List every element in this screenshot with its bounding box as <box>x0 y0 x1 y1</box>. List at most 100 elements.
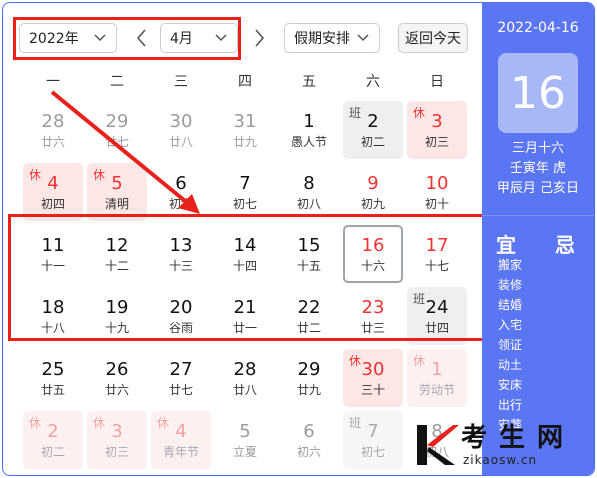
watermark-en: zikaosw.cn <box>463 453 538 467</box>
day-lunar: 青年节 <box>162 444 199 459</box>
day-lunar: 廿六 <box>40 134 65 149</box>
back-to-today-button[interactable]: 返回今天 <box>398 23 468 53</box>
day-cell[interactable]: 31 廿九 <box>215 101 275 159</box>
day-number: 31 <box>233 110 257 132</box>
yi-item: 出行 <box>498 398 523 412</box>
day-lunar: 初六 <box>168 196 193 211</box>
day-tag: 休 <box>349 354 362 368</box>
day-cell[interactable]: 休 1 劳动节 <box>407 349 467 407</box>
day-number: 29 <box>105 110 129 132</box>
day-cell[interactable]: 休 4 青年节 <box>151 411 211 469</box>
day-lunar: 三十 <box>360 382 385 397</box>
day-cell[interactable]: 7 初七 <box>215 163 275 221</box>
panel-divider <box>482 215 594 216</box>
day-number: 5 <box>111 172 123 194</box>
day-number: 30 <box>361 358 385 380</box>
day-cell[interactable]: 26 廿六 <box>87 349 147 407</box>
weekday-label: 二 <box>110 74 124 90</box>
day-lunar: 廿五 <box>40 382 65 397</box>
day-number: 30 <box>169 110 193 132</box>
day-lunar: 廿八 <box>232 382 257 397</box>
day-lunar: 劳动节 <box>418 382 455 397</box>
day-cell[interactable]: 休 3 初三 <box>87 411 147 469</box>
day-cell[interactable]: 班 2 初二 <box>343 101 403 159</box>
day-lunar: 初三 <box>104 444 129 459</box>
yi-item: 装修 <box>498 278 523 292</box>
day-lunar: 初九 <box>360 196 385 211</box>
day-cell[interactable]: 8 初八 <box>279 163 339 221</box>
day-cell[interactable]: 27 廿七 <box>151 349 211 407</box>
day-cell[interactable]: 29 廿七 <box>87 101 147 159</box>
day-tag: 班 <box>349 416 362 430</box>
watermark: 考生网 zikaosw.cn <box>411 415 594 475</box>
yi-item: 动土 <box>498 358 523 372</box>
weekday-label: 一 <box>46 74 60 90</box>
day-cell[interactable]: 5 立夏 <box>215 411 275 469</box>
day-cell[interactable]: 30 廿八 <box>151 101 211 159</box>
day-cell[interactable]: 休 3 初三 <box>407 101 467 159</box>
day-number: 4 <box>47 172 59 194</box>
day-number: 28 <box>233 358 257 380</box>
yi-item: 搬家 <box>498 258 523 272</box>
day-cell[interactable]: 1 愚人节 <box>279 101 339 159</box>
day-lunar: 廿九 <box>296 382 321 397</box>
day-lunar: 初七 <box>232 196 257 211</box>
day-cell[interactable]: 25 廿五 <box>23 349 83 407</box>
day-number: 8 <box>303 172 315 194</box>
calendar-widget: 2022年 4月 假期安排 返回今天 一 二 三 四 五 六 日 28 廿六 29 廿… <box>2 2 595 476</box>
weekday-label: 四 <box>238 74 252 90</box>
yi-heading: 宜 <box>496 233 516 257</box>
day-lunar: 廿八 <box>168 134 193 149</box>
day-cell[interactable]: 6 初六 <box>151 163 211 221</box>
selected-date: 2022-04-16 <box>497 20 579 36</box>
day-number: 26 <box>105 358 129 380</box>
next-month-icon[interactable] <box>250 27 268 49</box>
day-cell[interactable]: 休 5 清明 <box>87 163 147 221</box>
month-day-ganzhi: 甲辰月 己亥日 <box>496 181 580 196</box>
day-lunar: 初二 <box>360 134 385 149</box>
weekday-label: 三 <box>174 74 188 90</box>
day-lunar: 初八 <box>296 196 321 211</box>
day-number: 29 <box>297 358 321 380</box>
ji-heading: 忌 <box>555 233 575 257</box>
day-number: 3 <box>431 110 443 132</box>
day-lunar: 初十 <box>424 196 449 211</box>
day-cell[interactable]: 休 2 初二 <box>23 411 83 469</box>
day-number: 9 <box>367 172 379 194</box>
day-number: 5 <box>239 420 251 442</box>
day-lunar: 清明 <box>104 196 129 211</box>
yi-item: 入宅 <box>498 318 523 332</box>
selected-day-number: 16 <box>498 53 578 133</box>
day-lunar: 廿七 <box>104 134 129 149</box>
day-number: 6 <box>175 172 187 194</box>
day-cell[interactable]: 28 廿六 <box>23 101 83 159</box>
day-lunar: 立夏 <box>232 444 257 459</box>
day-detail-panel: 2022-04-16 16 三月十六 壬寅年 虎 甲辰月 己亥日 宜 忌 搬家 … <box>482 3 594 475</box>
day-cell[interactable]: 29 廿九 <box>279 349 339 407</box>
day-number: 3 <box>111 420 123 442</box>
day-number: 1 <box>431 358 443 380</box>
day-number: 25 <box>41 358 65 380</box>
yi-item: 安床 <box>498 378 523 392</box>
day-cell[interactable]: 休 4 初四 <box>23 163 83 221</box>
day-lunar: 初六 <box>296 444 321 459</box>
watermark-cn: 考生网 <box>461 423 576 453</box>
day-tag: 休 <box>29 416 42 430</box>
day-cell[interactable]: 10 初十 <box>407 163 467 221</box>
day-tag: 休 <box>157 416 170 430</box>
day-number: 1 <box>303 110 315 132</box>
day-cell[interactable]: 休 30 三十 <box>343 349 403 407</box>
day-cell[interactable]: 班 7 初七 <box>343 411 403 469</box>
holiday-dropdown[interactable]: 假期安排 <box>284 23 380 53</box>
weekday-label: 日 <box>430 74 444 90</box>
weekday-label: 六 <box>366 74 380 90</box>
day-number: 2 <box>47 420 59 442</box>
day-lunar: 廿九 <box>232 134 257 149</box>
lunar-date: 三月十六 <box>511 141 564 156</box>
day-cell[interactable]: 6 初六 <box>279 411 339 469</box>
day-cell[interactable]: 9 初九 <box>343 163 403 221</box>
day-number: 27 <box>169 358 193 380</box>
day-cell[interactable]: 28 廿八 <box>215 349 275 407</box>
day-number: 7 <box>239 172 251 194</box>
yi-item: 结婚 <box>498 298 523 312</box>
